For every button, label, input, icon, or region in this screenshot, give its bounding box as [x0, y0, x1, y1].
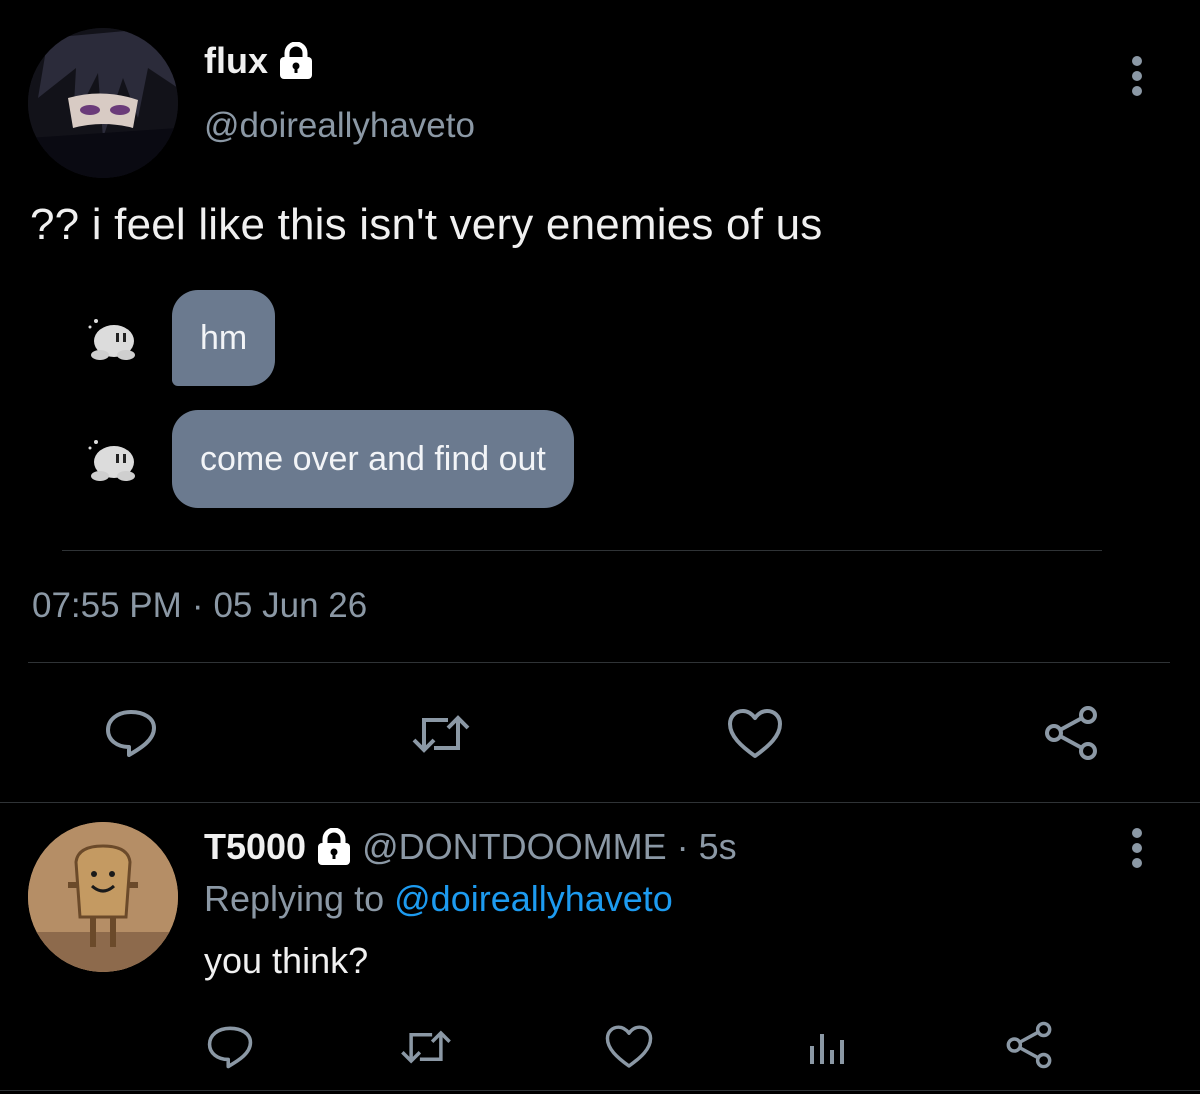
retweet-icon[interactable] — [410, 710, 472, 758]
message-bubble: hm — [172, 290, 276, 386]
author-avatar[interactable] — [28, 28, 178, 178]
lock-icon — [278, 41, 314, 80]
share-icon[interactable] — [1042, 704, 1100, 762]
message-row: hm — [86, 290, 276, 386]
reply-author-avatar[interactable] — [28, 822, 178, 972]
separator: · — [676, 826, 689, 867]
tweet-text: ?? i feel like this isn't very enemies o… — [30, 200, 823, 249]
author-name-row: flux — [204, 40, 314, 82]
tweet-detail-screen: flux @doireallyhaveto ?? i feel like thi… — [0, 0, 1200, 1094]
like-icon[interactable] — [726, 708, 784, 760]
tweet-date: 05 Jun 26 — [213, 586, 368, 625]
divider — [62, 550, 1102, 551]
more-options-icon[interactable] — [1130, 56, 1144, 100]
replying-to-label: Replying to — [204, 878, 385, 919]
divider — [0, 802, 1200, 803]
message-text: come over and find out — [200, 439, 546, 478]
tweet-time: 07:55 PM — [32, 586, 182, 625]
author-name[interactable]: flux — [204, 40, 268, 82]
replying-to-line: Replying to @doireallyhaveto — [204, 878, 673, 920]
author-handle[interactable]: @doireallyhaveto — [204, 106, 475, 146]
tweet-timestamp[interactable]: 07:55 PM · 05 Jun 26 — [32, 586, 367, 626]
retweet-icon[interactable] — [398, 1026, 454, 1068]
reply-author-name[interactable]: T5000 — [204, 826, 306, 868]
lock-icon — [316, 827, 352, 866]
reply-icon[interactable] — [104, 708, 158, 758]
replying-to-mention[interactable]: @doireallyhaveto — [394, 878, 673, 919]
like-icon[interactable] — [604, 1024, 654, 1070]
divider — [28, 662, 1170, 663]
reply-text: you think? — [204, 940, 369, 981]
reply-age: 5s — [698, 826, 737, 867]
message-bubble: come over and find out — [172, 410, 574, 508]
reply-icon[interactable] — [206, 1024, 254, 1070]
message-text: hm — [200, 318, 248, 357]
analytics-icon[interactable] — [806, 1024, 850, 1068]
divider — [0, 1090, 1200, 1091]
reply-author-handle[interactable]: @DONTDOOMME — [362, 826, 667, 868]
kirby-avatar-icon — [86, 434, 146, 484]
separator: · — [191, 586, 204, 625]
share-icon[interactable] — [1004, 1020, 1054, 1070]
kirby-avatar-icon — [86, 313, 146, 363]
reply-header: T5000 @DONTDOOMME · 5s — [204, 826, 737, 868]
message-row: come over and find out — [86, 410, 574, 508]
more-options-icon[interactable] — [1130, 828, 1144, 872]
